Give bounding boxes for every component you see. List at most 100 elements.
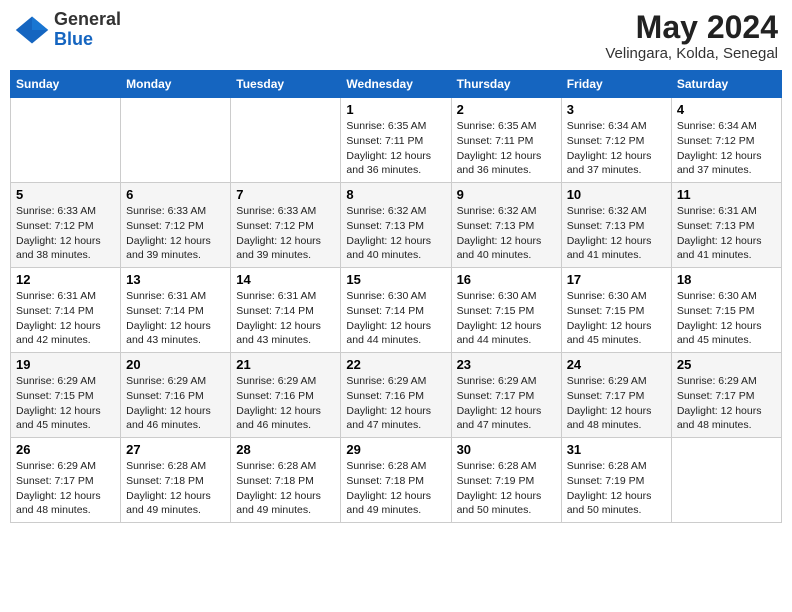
day-number: 2 bbox=[457, 102, 556, 117]
table-row: 19Sunrise: 6:29 AM Sunset: 7:15 PM Dayli… bbox=[11, 353, 121, 438]
header-friday: Friday bbox=[561, 71, 671, 98]
day-number: 19 bbox=[16, 357, 115, 372]
table-row: 10Sunrise: 6:32 AM Sunset: 7:13 PM Dayli… bbox=[561, 183, 671, 268]
day-info: Sunrise: 6:33 AM Sunset: 7:12 PM Dayligh… bbox=[126, 204, 225, 263]
day-number: 5 bbox=[16, 187, 115, 202]
table-row: 14Sunrise: 6:31 AM Sunset: 7:14 PM Dayli… bbox=[231, 268, 341, 353]
table-row: 25 Sunrise: 6:29 AM Sunset: 7:17 PM Dayli… bbox=[671, 353, 781, 438]
calendar-week-row: 19Sunrise: 6:29 AM Sunset: 7:15 PM Dayli… bbox=[11, 353, 782, 438]
table-row: 29 Sunrise: 6:28 AM Sunset: 7:18 PM Dayli… bbox=[341, 438, 451, 523]
day-info: Sunrise: 6:31 AM Sunset: 7:14 PM Dayligh… bbox=[236, 289, 335, 348]
page-header: General Blue May 2024 Velingara, Kolda, … bbox=[10, 10, 782, 62]
day-info: Sunrise: 6:28 AM Sunset: 7:18 PM Dayligh… bbox=[346, 459, 445, 518]
day-number: 9 bbox=[457, 187, 556, 202]
table-row: 8 Sunrise: 6:32 AM Sunset: 7:13 PM Daylig… bbox=[341, 183, 451, 268]
day-info: Sunrise: 6:35 AM Sunset: 7:11 PM Dayligh… bbox=[457, 119, 556, 178]
day-info: Sunrise: 6:32 AM Sunset: 7:13 PM Dayligh… bbox=[457, 204, 556, 263]
day-number: 17 bbox=[567, 272, 666, 287]
day-info: Sunrise: 6:29 AM Sunset: 7:17 PM Dayligh… bbox=[16, 459, 115, 518]
day-number: 27 bbox=[126, 442, 225, 457]
day-info: Sunrise: 6:29 AM Sunset: 7:17 PM Dayligh… bbox=[457, 374, 556, 433]
day-info: Sunrise: 6:32 AM Sunset: 7:13 PM Dayligh… bbox=[346, 204, 445, 263]
day-number: 26 bbox=[16, 442, 115, 457]
calendar-week-row: 12 Sunrise: 6:31 AM Sunset: 7:14 PM Dayli… bbox=[11, 268, 782, 353]
day-info: Sunrise: 6:30 AM Sunset: 7:15 PM Dayligh… bbox=[567, 289, 666, 348]
day-number: 30 bbox=[457, 442, 556, 457]
day-number: 3 bbox=[567, 102, 666, 117]
day-info: Sunrise: 6:33 AM Sunset: 7:12 PM Dayligh… bbox=[16, 204, 115, 263]
day-number: 29 bbox=[346, 442, 445, 457]
logo: General Blue bbox=[14, 10, 121, 50]
day-number: 31 bbox=[567, 442, 666, 457]
calendar-week-row: 1 Sunrise: 6:35 AM Sunset: 7:11 PM Daylig… bbox=[11, 98, 782, 183]
day-number: 18 bbox=[677, 272, 776, 287]
month-year-title: May 2024 bbox=[605, 10, 778, 45]
table-row: 15Sunrise: 6:30 AM Sunset: 7:14 PM Dayli… bbox=[341, 268, 451, 353]
table-row: 5 Sunrise: 6:33 AM Sunset: 7:12 PM Daylig… bbox=[11, 183, 121, 268]
day-number: 16 bbox=[457, 272, 556, 287]
calendar-header: Sunday Monday Tuesday Wednesday Thursday… bbox=[11, 71, 782, 98]
table-row: 26 Sunrise: 6:29 AM Sunset: 7:17 PM Dayli… bbox=[11, 438, 121, 523]
day-info: Sunrise: 6:29 AM Sunset: 7:17 PM Dayligh… bbox=[677, 374, 776, 433]
table-row bbox=[231, 98, 341, 183]
table-row: 11 Sunrise: 6:31 AM Sunset: 7:13 PM Dayli… bbox=[671, 183, 781, 268]
day-info: Sunrise: 6:35 AM Sunset: 7:11 PM Dayligh… bbox=[346, 119, 445, 178]
day-number: 22 bbox=[346, 357, 445, 372]
table-row bbox=[121, 98, 231, 183]
location-text: Velingara, Kolda, Senegal bbox=[605, 45, 778, 62]
table-row: 3 Sunrise: 6:34 AM Sunset: 7:12 PM Daylig… bbox=[561, 98, 671, 183]
header-saturday: Saturday bbox=[671, 71, 781, 98]
day-number: 21 bbox=[236, 357, 335, 372]
table-row: 23Sunrise: 6:29 AM Sunset: 7:17 PM Dayli… bbox=[451, 353, 561, 438]
logo-blue-text: Blue bbox=[54, 30, 121, 50]
table-row: 20Sunrise: 6:29 AM Sunset: 7:16 PM Dayli… bbox=[121, 353, 231, 438]
table-row: 27 Sunrise: 6:28 AM Sunset: 7:18 PM Dayli… bbox=[121, 438, 231, 523]
day-info: Sunrise: 6:33 AM Sunset: 7:12 PM Dayligh… bbox=[236, 204, 335, 263]
day-number: 12 bbox=[16, 272, 115, 287]
table-row: 7Sunrise: 6:33 AM Sunset: 7:12 PM Daylig… bbox=[231, 183, 341, 268]
table-row: 1 Sunrise: 6:35 AM Sunset: 7:11 PM Daylig… bbox=[341, 98, 451, 183]
table-row: 21 Sunrise: 6:29 AM Sunset: 7:16 PM Dayli… bbox=[231, 353, 341, 438]
day-number: 15 bbox=[346, 272, 445, 287]
day-info: Sunrise: 6:29 AM Sunset: 7:17 PM Dayligh… bbox=[567, 374, 666, 433]
header-monday: Monday bbox=[121, 71, 231, 98]
day-info: Sunrise: 6:30 AM Sunset: 7:15 PM Dayligh… bbox=[677, 289, 776, 348]
table-row: 13 Sunrise: 6:31 AM Sunset: 7:14 PM Dayli… bbox=[121, 268, 231, 353]
day-number: 13 bbox=[126, 272, 225, 287]
day-info: Sunrise: 6:29 AM Sunset: 7:16 PM Dayligh… bbox=[126, 374, 225, 433]
weekday-header-row: Sunday Monday Tuesday Wednesday Thursday… bbox=[11, 71, 782, 98]
day-info: Sunrise: 6:31 AM Sunset: 7:14 PM Dayligh… bbox=[126, 289, 225, 348]
day-info: Sunrise: 6:30 AM Sunset: 7:15 PM Dayligh… bbox=[457, 289, 556, 348]
table-row: 16 Sunrise: 6:30 AM Sunset: 7:15 PM Dayli… bbox=[451, 268, 561, 353]
day-number: 1 bbox=[346, 102, 445, 117]
header-tuesday: Tuesday bbox=[231, 71, 341, 98]
calendar-week-row: 5 Sunrise: 6:33 AM Sunset: 7:12 PM Daylig… bbox=[11, 183, 782, 268]
logo-icon bbox=[14, 12, 50, 48]
day-info: Sunrise: 6:34 AM Sunset: 7:12 PM Dayligh… bbox=[677, 119, 776, 178]
table-row: 9 Sunrise: 6:32 AM Sunset: 7:13 PM Daylig… bbox=[451, 183, 561, 268]
table-row: 22Sunrise: 6:29 AM Sunset: 7:16 PM Dayli… bbox=[341, 353, 451, 438]
day-number: 25 bbox=[677, 357, 776, 372]
day-info: Sunrise: 6:29 AM Sunset: 7:16 PM Dayligh… bbox=[236, 374, 335, 433]
day-number: 4 bbox=[677, 102, 776, 117]
day-number: 6 bbox=[126, 187, 225, 202]
title-block: May 2024 Velingara, Kolda, Senegal bbox=[605, 10, 778, 62]
day-info: Sunrise: 6:34 AM Sunset: 7:12 PM Dayligh… bbox=[567, 119, 666, 178]
logo-general-text: General bbox=[54, 10, 121, 30]
header-wednesday: Wednesday bbox=[341, 71, 451, 98]
day-info: Sunrise: 6:31 AM Sunset: 7:14 PM Dayligh… bbox=[16, 289, 115, 348]
day-info: Sunrise: 6:28 AM Sunset: 7:18 PM Dayligh… bbox=[126, 459, 225, 518]
header-thursday: Thursday bbox=[451, 71, 561, 98]
header-sunday: Sunday bbox=[11, 71, 121, 98]
day-number: 28 bbox=[236, 442, 335, 457]
day-info: Sunrise: 6:28 AM Sunset: 7:19 PM Dayligh… bbox=[457, 459, 556, 518]
table-row: 24Sunrise: 6:29 AM Sunset: 7:17 PM Dayli… bbox=[561, 353, 671, 438]
table-row: 17 Sunrise: 6:30 AM Sunset: 7:15 PM Dayli… bbox=[561, 268, 671, 353]
table-row bbox=[11, 98, 121, 183]
day-number: 11 bbox=[677, 187, 776, 202]
day-info: Sunrise: 6:31 AM Sunset: 7:13 PM Dayligh… bbox=[677, 204, 776, 263]
table-row: 6 Sunrise: 6:33 AM Sunset: 7:12 PM Daylig… bbox=[121, 183, 231, 268]
day-number: 8 bbox=[346, 187, 445, 202]
day-info: Sunrise: 6:28 AM Sunset: 7:19 PM Dayligh… bbox=[567, 459, 666, 518]
calendar-table: Sunday Monday Tuesday Wednesday Thursday… bbox=[10, 70, 782, 523]
